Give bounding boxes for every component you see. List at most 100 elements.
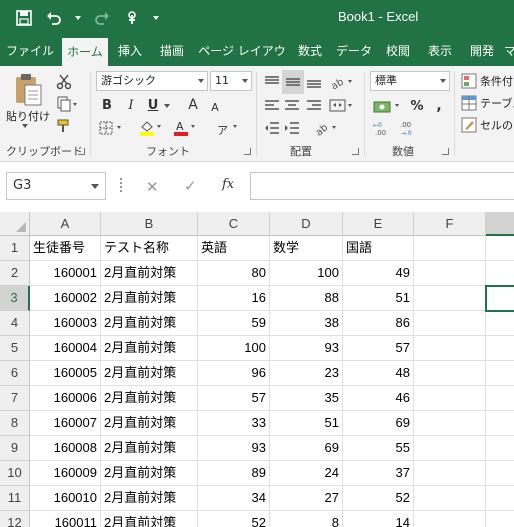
cell-b7[interactable]: 2月直前対策	[101, 386, 198, 411]
row-header[interactable]: 2	[0, 261, 30, 286]
cell-b11[interactable]: 2月直前対策	[101, 486, 198, 511]
increase-decimal-icon[interactable]: ←0.00	[372, 118, 396, 138]
cell-c6[interactable]: 96	[198, 361, 270, 386]
cell-g11[interactable]	[486, 486, 514, 511]
dropdown-icon[interactable]	[74, 8, 82, 28]
cell-a3[interactable]: 160002	[30, 286, 101, 311]
undo-icon[interactable]	[44, 8, 64, 28]
cell-b6[interactable]: 2月直前対策	[101, 361, 198, 386]
cell-c11[interactable]: 34	[198, 486, 270, 511]
align-right-icon[interactable]	[304, 96, 324, 116]
fill-color-icon[interactable]	[138, 118, 164, 138]
format-as-table-icon[interactable]	[460, 94, 478, 112]
cell-a12[interactable]: 160011	[30, 511, 101, 527]
cell-e5[interactable]: 57	[343, 336, 414, 361]
number-launcher-icon[interactable]	[442, 148, 449, 155]
decrease-indent-icon[interactable]	[262, 118, 282, 138]
currency-format-icon[interactable]	[372, 96, 404, 116]
align-middle-icon[interactable]	[282, 70, 304, 94]
cell-e9[interactable]: 55	[343, 436, 414, 461]
formula-bar-grip[interactable]	[120, 178, 122, 192]
cell-f9[interactable]	[414, 436, 486, 461]
cell-a9[interactable]: 160008	[30, 436, 101, 461]
cell-g4[interactable]	[486, 311, 514, 336]
row-header[interactable]: 10	[0, 461, 30, 486]
tab-file[interactable]: ファイル	[6, 36, 54, 66]
cell-a10[interactable]: 160009	[30, 461, 101, 486]
cell-g12[interactable]	[486, 511, 514, 527]
cell-a4[interactable]: 160003	[30, 311, 101, 336]
decrease-decimal-icon[interactable]: .00 →.0	[398, 118, 422, 138]
cell-c7[interactable]: 57	[198, 386, 270, 411]
cell-e11[interactable]: 52	[343, 486, 414, 511]
tab-developer[interactable]: 開発	[464, 36, 500, 66]
cell-f1[interactable]	[414, 236, 486, 261]
cell-c1[interactable]: 英語	[198, 236, 270, 261]
cell-b4[interactable]: 2月直前対策	[101, 311, 198, 336]
row-header[interactable]: 4	[0, 311, 30, 336]
cell-c8[interactable]: 33	[198, 411, 270, 436]
cell-a8[interactable]: 160007	[30, 411, 101, 436]
cell-d4[interactable]: 38	[270, 311, 343, 336]
cell-c9[interactable]: 93	[198, 436, 270, 461]
cell-a7[interactable]: 160006	[30, 386, 101, 411]
merge-center-icon[interactable]	[328, 96, 356, 116]
cell-d6[interactable]: 23	[270, 361, 343, 386]
cell-f3[interactable]	[414, 286, 486, 311]
cell-b1[interactable]: テスト名称	[101, 236, 198, 261]
font-size-select[interactable]: 11	[210, 71, 252, 91]
conditional-formatting-icon[interactable]	[460, 72, 478, 90]
cell-e10[interactable]: 37	[343, 461, 414, 486]
insert-function-icon[interactable]: fx	[222, 177, 234, 192]
cell-c4[interactable]: 59	[198, 311, 270, 336]
active-cell-highlight[interactable]	[485, 285, 514, 312]
tab-formulas[interactable]: 数式	[292, 36, 328, 66]
cell-d12[interactable]: 8	[270, 511, 343, 527]
cell-e2[interactable]: 49	[343, 261, 414, 286]
underline-button[interactable]: U	[144, 96, 162, 114]
percent-style-button[interactable]: %	[408, 96, 426, 116]
tab-data[interactable]: データ	[334, 36, 374, 66]
cell-g5[interactable]	[486, 336, 514, 361]
paste-button[interactable]: 貼り付け	[6, 108, 50, 124]
cell-f5[interactable]	[414, 336, 486, 361]
number-format-select[interactable]: 標準	[370, 71, 450, 91]
border-icon[interactable]	[98, 118, 124, 138]
paste-icon[interactable]	[8, 72, 48, 108]
align-bottom-icon[interactable]	[304, 72, 324, 92]
conditional-formatting-button[interactable]: 条件付	[480, 73, 513, 89]
row-header[interactable]: 12	[0, 511, 30, 527]
row-header[interactable]: 11	[0, 486, 30, 511]
cell-f12[interactable]	[414, 511, 486, 527]
cell-b9[interactable]: 2月直前対策	[101, 436, 198, 461]
comma-style-icon[interactable]: ,	[430, 96, 448, 116]
cell-f7[interactable]	[414, 386, 486, 411]
cell-e7[interactable]: 46	[343, 386, 414, 411]
row-header[interactable]: 5	[0, 336, 30, 361]
cell-a2[interactable]: 160001	[30, 261, 101, 286]
cell-e3[interactable]: 51	[343, 286, 414, 311]
cell-f11[interactable]	[414, 486, 486, 511]
tab-draw[interactable]: 描画	[154, 36, 190, 66]
cell-d7[interactable]: 35	[270, 386, 343, 411]
column-header-e[interactable]: E	[343, 212, 414, 236]
name-box[interactable]: G3	[6, 172, 106, 200]
cell-e1[interactable]: 国語	[343, 236, 414, 261]
name-box-dropdown-icon[interactable]	[91, 184, 99, 189]
save-icon[interactable]	[14, 8, 34, 28]
tab-insert[interactable]: 挿入	[112, 36, 148, 66]
cell-d8[interactable]: 51	[270, 411, 343, 436]
column-header-d[interactable]: D	[270, 212, 343, 236]
cell-f2[interactable]	[414, 261, 486, 286]
cell-a1[interactable]: 生徒番号	[30, 236, 101, 261]
cell-d10[interactable]: 24	[270, 461, 343, 486]
cell-c2[interactable]: 80	[198, 261, 270, 286]
phonetic-icon[interactable]: ア	[214, 118, 240, 138]
cell-d2[interactable]: 100	[270, 261, 343, 286]
tab-more[interactable]: マ	[504, 36, 514, 66]
cell-b8[interactable]: 2月直前対策	[101, 411, 198, 436]
cell-e12[interactable]: 14	[343, 511, 414, 527]
align-center-icon[interactable]	[282, 96, 302, 116]
cell-e4[interactable]: 86	[343, 311, 414, 336]
cell-styles-button[interactable]: セルのス	[480, 117, 514, 133]
